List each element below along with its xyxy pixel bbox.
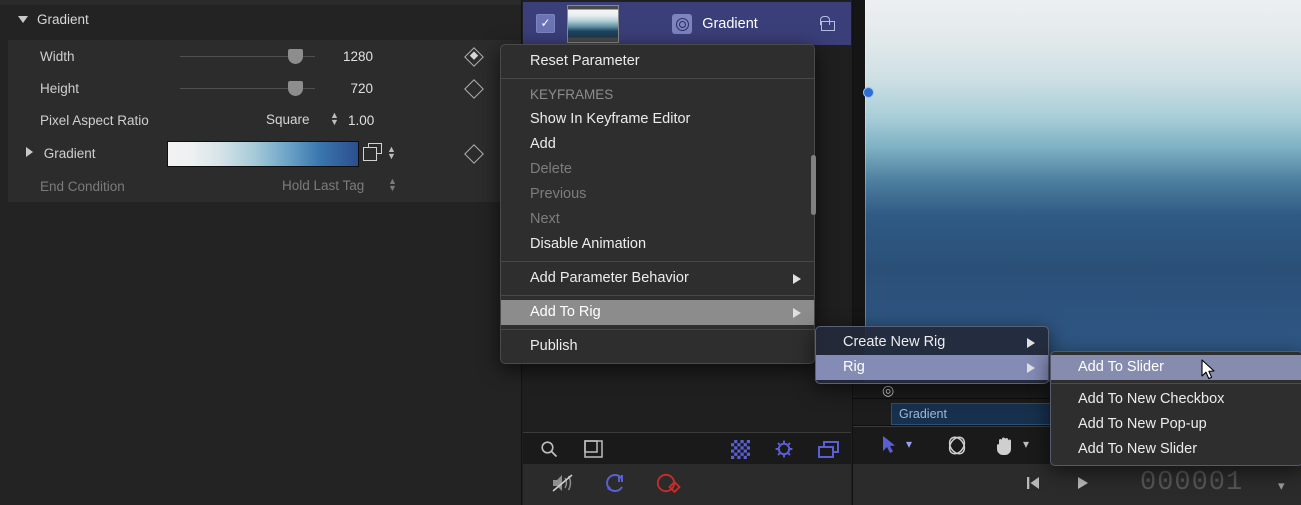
menu-separator xyxy=(501,329,814,330)
mouse-cursor xyxy=(1201,359,1216,381)
stepper-updown-icon[interactable]: ▲▼ xyxy=(388,178,397,194)
gradient-preset-stepper-icon[interactable]: ▲▼ xyxy=(387,146,396,162)
menu-item-add-to-new-checkbox[interactable]: Add To New Checkbox xyxy=(1051,387,1301,412)
menu-item-disable-animation[interactable]: Disable Animation xyxy=(501,232,814,257)
height-slider-knob[interactable] xyxy=(288,81,303,96)
lock-body xyxy=(821,21,835,31)
hand-icon[interactable] xyxy=(994,435,1016,456)
add-to-rig-submenu: Create New Rig Rig xyxy=(815,326,1049,384)
timeline-clip-label: Gradient xyxy=(899,407,947,421)
menu-item-previous: Previous xyxy=(501,182,814,207)
chevron-down-icon[interactable]: ▾ xyxy=(906,437,912,451)
3d-transform-icon[interactable] xyxy=(945,435,969,456)
menu-separator xyxy=(501,261,814,262)
timeline-left-transport xyxy=(523,464,851,505)
mute-icon[interactable] xyxy=(551,472,577,494)
menu-item-create-new-rig[interactable]: Create New Rig xyxy=(816,330,1048,355)
pixel-aspect-ratio-popup[interactable]: Square xyxy=(266,112,310,127)
width-slider[interactable] xyxy=(180,46,315,66)
timecode-chevron-down-icon[interactable]: ▾ xyxy=(1278,478,1285,494)
canvas-transform-handle[interactable] xyxy=(863,87,874,98)
layer-name: Gradient xyxy=(702,16,758,32)
param-label-height: Height xyxy=(8,81,168,96)
submenu-arrow-icon xyxy=(1027,363,1035,373)
top-tab-segment-2 xyxy=(124,0,375,5)
menu-separator xyxy=(1051,383,1301,384)
disclosure-triangle-down-icon[interactable] xyxy=(18,16,28,23)
param-label-pixel-aspect-ratio: Pixel Aspect Ratio xyxy=(8,113,238,128)
menu-item-add-to-slider[interactable]: Add To Slider xyxy=(1051,355,1301,380)
menu-item-add-to-rig[interactable]: Add To Rig xyxy=(501,300,814,325)
param-label-gradient: Gradient xyxy=(8,146,168,161)
param-label-width: Width xyxy=(8,49,168,64)
param-label-end-condition: End Condition xyxy=(8,179,238,194)
submenu-arrow-icon xyxy=(793,308,801,318)
menu-item-add-to-rig-label: Add To Rig xyxy=(530,304,601,320)
rig-widget-submenu: Add To Slider Add To New Checkbox Add To… xyxy=(1050,351,1301,466)
keyframe-diamond-icon[interactable] xyxy=(464,79,484,99)
search-icon[interactable] xyxy=(540,440,559,459)
param-value-width[interactable]: 1280 xyxy=(313,49,373,64)
playhead-icon[interactable]: ◎ xyxy=(882,383,893,398)
param-row-pixel-aspect-ratio: Pixel Aspect Ratio Square ▲▼ 1.00 xyxy=(8,104,521,136)
menu-item-add-parameter-behavior[interactable]: Add Parameter Behavior xyxy=(501,266,814,291)
width-slider-knob[interactable] xyxy=(288,49,303,64)
lock-open-icon[interactable] xyxy=(819,16,835,31)
layer-enable-checkbox[interactable]: ✓ xyxy=(536,14,555,33)
inspector-group-title: Gradient xyxy=(37,12,89,27)
menu-item-add-to-new-popup[interactable]: Add To New Pop-up xyxy=(1051,412,1301,437)
menu-item-add[interactable]: Add xyxy=(501,132,814,157)
layers-icon[interactable] xyxy=(818,441,840,459)
menu-item-add-to-new-slider[interactable]: Add To New Slider xyxy=(1051,437,1301,462)
go-to-start-icon[interactable] xyxy=(1025,474,1042,492)
generator-icon xyxy=(672,14,692,34)
timecode-display[interactable]: 000001 xyxy=(1140,468,1243,498)
param-value-height[interactable]: 720 xyxy=(313,81,373,96)
menu-item-next: Next xyxy=(501,207,814,232)
menu-item-publish[interactable]: Publish xyxy=(501,334,814,359)
menu-separator xyxy=(501,295,814,296)
parameter-list: Width 1280 ▾ Height 720 Pixel Aspect Rat… xyxy=(8,40,521,202)
layers-toolbar xyxy=(523,432,851,466)
layer-name-group: Gradient xyxy=(611,14,819,34)
submenu-arrow-icon xyxy=(793,274,801,284)
menu-item-rig[interactable]: Rig xyxy=(816,355,1048,380)
menu-item-show-in-keyframe-editor[interactable]: Show In Keyframe Editor xyxy=(501,107,814,132)
param-row-width: Width 1280 ▾ xyxy=(8,40,521,72)
loop-icon[interactable] xyxy=(604,472,628,494)
menu-item-rig-label: Rig xyxy=(843,359,865,375)
layer-row-gradient[interactable]: ✓ Gradient xyxy=(523,2,851,45)
menu-item-reset-parameter[interactable]: Reset Parameter xyxy=(501,49,814,74)
play-icon[interactable] xyxy=(1075,474,1091,492)
gear-icon[interactable] xyxy=(774,439,794,459)
gradient-swatch[interactable] xyxy=(167,141,359,167)
chevron-down-icon[interactable]: ▾ xyxy=(1023,437,1029,451)
stepper-updown-icon[interactable]: ▲▼ xyxy=(330,112,339,128)
inspector-group-header[interactable]: Gradient xyxy=(0,6,521,32)
param-label-gradient-text: Gradient xyxy=(44,146,96,161)
end-condition-popup[interactable]: Hold Last Tag xyxy=(282,178,364,193)
keyframe-diamond-x-icon[interactable] xyxy=(464,47,484,67)
disclosure-triangle-right-icon[interactable] xyxy=(26,147,33,157)
submenu-arrow-icon xyxy=(1027,338,1035,348)
param-row-height: Height 720 xyxy=(8,72,521,104)
frame-icon[interactable] xyxy=(584,440,604,459)
record-keyframe-icon[interactable] xyxy=(656,472,682,494)
height-slider[interactable] xyxy=(180,78,315,98)
menu-item-delete: Delete xyxy=(501,157,814,182)
menu-separator xyxy=(501,78,814,79)
menu-scrollbar[interactable] xyxy=(811,155,816,215)
select-arrow-icon[interactable] xyxy=(881,435,897,455)
param-value-pixel-aspect-ratio[interactable]: 1.00 xyxy=(348,113,388,128)
menu-section-keyframes: KEYFRAMES xyxy=(501,83,814,107)
gradient-preset-stack-icon[interactable] xyxy=(363,143,382,162)
top-tab-segment-1 xyxy=(0,0,125,5)
keyframe-diamond-icon[interactable] xyxy=(464,144,484,164)
checkerboard-icon[interactable] xyxy=(731,440,750,459)
stack-square-front xyxy=(363,147,377,161)
menu-item-create-new-rig-label: Create New Rig xyxy=(843,334,945,350)
param-row-end-condition: End Condition Hold Last Tag ▲▼ xyxy=(8,170,521,202)
menu-item-add-parameter-behavior-label: Add Parameter Behavior xyxy=(530,270,689,286)
parameter-context-menu: Reset Parameter KEYFRAMES Show In Keyfra… xyxy=(500,44,815,364)
